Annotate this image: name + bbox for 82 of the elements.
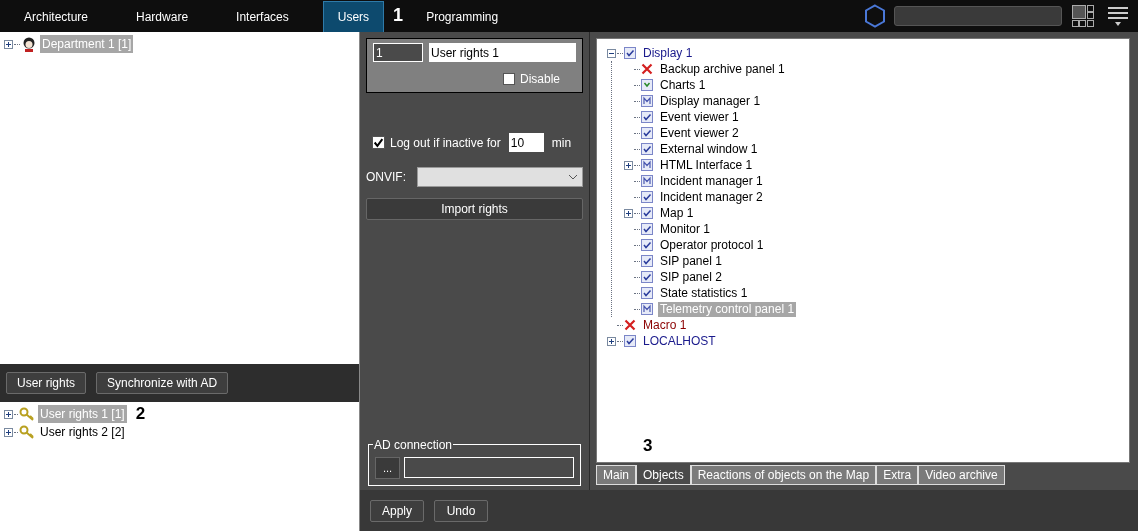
cross-icon [641,63,653,75]
module-icon[interactable] [641,175,653,187]
cross-icon [624,319,636,331]
expand-icon[interactable] [4,409,13,419]
number-field[interactable]: 1 [373,43,423,62]
section-tab[interactable]: Objects [636,465,691,485]
section-tab[interactable]: Main [596,465,636,485]
layout-icon[interactable] [1072,5,1094,27]
tree-item[interactable]: Macro 1 [641,317,689,333]
tree-item[interactable]: LOCALHOST [641,333,718,349]
section-tab[interactable]: Reactions of objects on the Map [690,465,877,485]
tree-item[interactable]: Incident manager 2 [658,189,765,205]
tree-item[interactable]: Charts 1 [658,77,708,93]
collapse-icon[interactable] [607,48,616,58]
chevron-icon [568,174,578,180]
module-icon[interactable] [641,159,653,171]
menu-icon[interactable] [1108,5,1128,27]
checkbox-icon[interactable] [641,239,653,251]
expand-icon[interactable] [607,336,616,346]
disable-label: Disable [519,71,560,88]
checkbox-icon[interactable] [641,127,653,139]
name-field[interactable]: User rights 1 [429,43,576,62]
tree-item[interactable]: Display manager 1 [658,93,763,109]
tree-item[interactable]: External window 1 [658,141,760,157]
browse-button[interactable]: ... [375,457,400,479]
checkbox-icon[interactable] [641,287,653,299]
module-icon[interactable] [641,95,653,107]
person-icon [21,36,37,52]
tree-item[interactable]: Event viewer 2 [658,125,741,141]
search-field[interactable] [894,6,1062,26]
tree-item[interactable]: Monitor 1 [658,221,713,237]
tree-item[interactable]: SIP panel 1 [658,253,724,269]
top-tab[interactable]: Programming [412,1,513,32]
section-tab[interactable]: Extra [876,465,919,485]
ad-field[interactable] [404,457,574,478]
top-tab[interactable]: Interfaces [222,1,303,32]
tree-item[interactable]: Map 1 [658,205,696,221]
expand-icon[interactable] [4,427,13,437]
chart-check-icon[interactable] [641,79,653,91]
import-button[interactable]: Import rights [366,198,583,220]
checkbox-icon[interactable] [641,111,653,123]
unit-label: min [551,134,572,152]
section-tab[interactable]: Video archive [918,465,1005,485]
logout-checkbox[interactable] [372,136,385,149]
checkbox-icon[interactable] [641,255,653,267]
action-button[interactable]: Undo [434,499,488,522]
toolbar-button[interactable]: Synchronize with AD [96,372,229,394]
tree-item[interactable]: Backup archive panel 1 [658,61,787,77]
callout-number: 3 [643,436,653,455]
disable-checkbox[interactable] [502,73,515,85]
tree-item[interactable]: Incident manager 1 [658,173,765,189]
checkbox-icon[interactable] [624,47,636,59]
key-icon [19,407,35,421]
callout-number: 2 [135,404,146,423]
checkbox-icon[interactable] [641,223,653,235]
callout-number: 1 [392,4,405,27]
logout-label: Log out if inactive for [390,134,501,152]
hexagon-icon[interactable] [864,4,886,28]
module-icon[interactable] [641,303,653,315]
rights-item[interactable]: User rights 2 [2] [38,423,127,441]
tree-item[interactable]: SIP panel 2 [658,269,724,285]
tree-item[interactable]: Operator protocol 1 [658,237,766,253]
tree-item[interactable]: Event viewer 1 [658,109,741,125]
top-tab[interactable]: Architecture [10,1,103,32]
tree-item[interactable]: State statistics 1 [658,285,750,301]
top-tab[interactable]: Hardware [122,1,203,32]
tree-item[interactable]: HTML Interface 1 [658,157,755,173]
expand-icon[interactable] [624,160,633,170]
toolbar-button[interactable]: User rights [6,372,86,394]
expand-icon[interactable] [4,39,13,49]
expand-icon[interactable] [624,208,633,218]
onvif-label: ONVIF: [366,169,407,186]
checkbox-icon[interactable] [641,191,653,203]
checkbox-icon[interactable] [641,207,653,219]
checkbox-icon[interactable] [624,335,636,347]
checkbox-icon[interactable] [641,271,653,283]
timeout-field[interactable]: 10 [508,133,544,152]
tree-item[interactable]: Display 1 [641,45,695,61]
top-tab[interactable]: Users [322,1,385,32]
checkbox-icon[interactable] [641,143,653,155]
action-button[interactable]: Apply [370,499,424,522]
key-icon [19,425,35,439]
